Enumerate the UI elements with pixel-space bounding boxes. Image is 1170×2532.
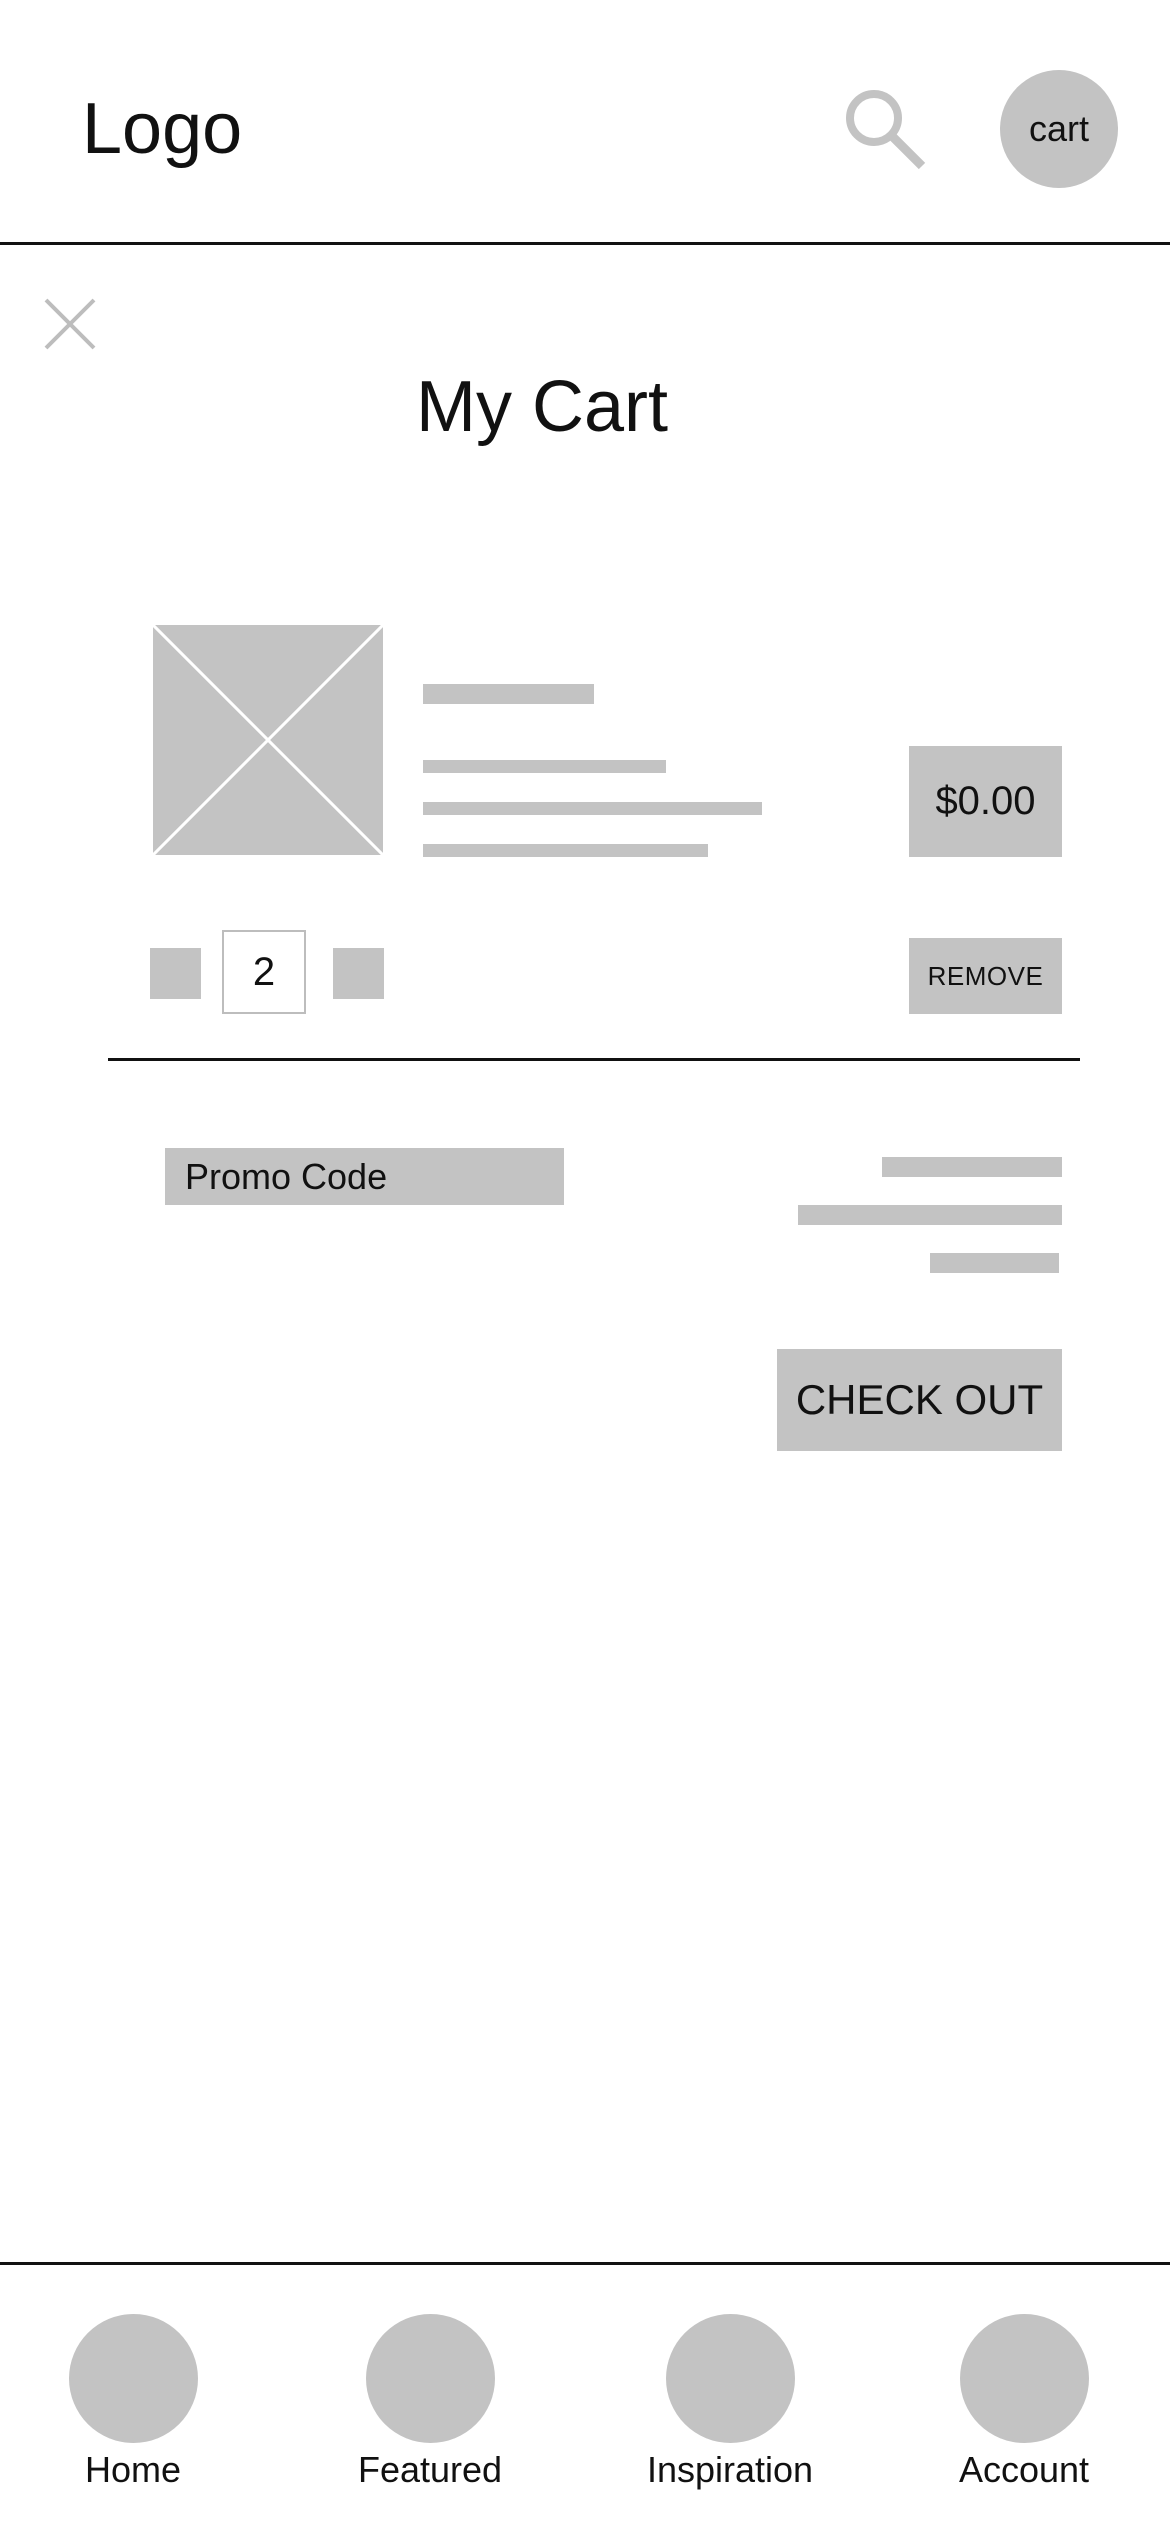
product-description-line [423,760,666,773]
quantity-value: 2 [252,949,276,994]
remove-label: REMOVE [927,960,1044,991]
bottom-nav-divider [0,2262,1170,2265]
header-divider [0,242,1170,245]
quantity-field[interactable]: 2 [222,930,306,1014]
summary-line [930,1253,1059,1273]
checkout-button[interactable]: CHECK OUT [777,1349,1062,1451]
account-icon [959,2314,1089,2443]
promo-code-input[interactable]: Promo Code [165,1148,564,1205]
inspiration-icon [665,2314,795,2443]
featured-icon [365,2314,495,2443]
promo-code-placeholder: Promo Code [185,1155,388,1197]
summary-line [798,1205,1062,1225]
summary-line [882,1157,1062,1177]
logo[interactable]: Logo [82,84,242,174]
nav-label: Home [84,2449,182,2490]
product-description-line [423,844,708,857]
quantity-increase-button[interactable] [333,948,384,999]
nav-item-inspiration[interactable]: Inspiration [625,2314,835,2504]
nav-label: Account [958,2449,1090,2490]
nav-label: Inspiration [646,2449,814,2490]
image-placeholder-icon [148,620,388,860]
nav-item-account[interactable]: Account [919,2314,1129,2504]
remove-button[interactable]: REMOVE [909,938,1062,1014]
page-title: My Cart [416,367,668,447]
home-icon [68,2314,198,2443]
checkout-label: CHECK OUT [795,1376,1044,1423]
close-icon[interactable] [44,298,96,350]
nav-item-home[interactable]: Home [28,2314,238,2504]
quantity-decrease-button[interactable] [150,948,201,999]
product-name-placeholder [423,684,594,704]
nav-item-featured[interactable]: Featured [325,2314,535,2504]
product-description-line [423,802,762,815]
search-icon[interactable] [840,84,930,174]
cart-button[interactable]: cart [1000,70,1118,188]
item-divider [108,1058,1080,1061]
price-value: $0.00 [935,779,1036,823]
price-tag: $0.00 [909,746,1062,857]
nav-label: Featured [357,2449,503,2490]
cart-label: cart [1028,108,1089,149]
